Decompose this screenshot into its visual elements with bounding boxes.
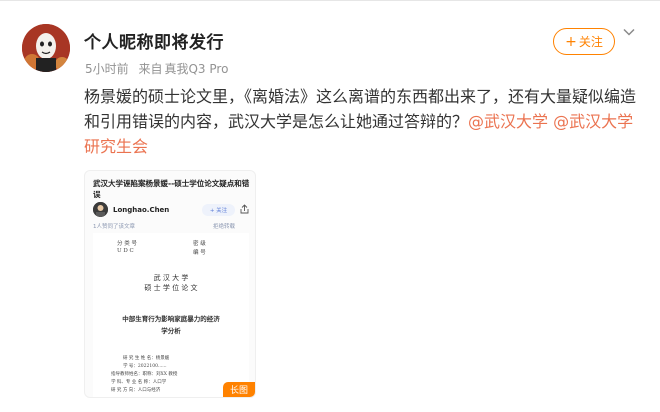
image-follow-button: + 关注 [202,204,235,216]
doc-university: 武 汉 大 学 [153,274,189,282]
mention-whu[interactable]: @武汉大学 [468,112,548,131]
user-avatar[interactable] [22,24,70,72]
plus-icon: + [565,33,577,50]
doc-field: 编 号 [193,250,206,256]
doc-thesis-title-1: 中部生育行为影响家庭暴力的经济 [122,315,220,323]
long-image-badge: 长图 [223,382,255,397]
doc-info: 学 号：2022100...... [123,364,167,369]
post-meta: 5小时前 来自 真我Q3 Pro [85,60,234,77]
top-divider [0,0,660,1]
doc-info: 学 科、专 业 名 称：人口学 [111,380,167,385]
image-document: 分 类 号 密 级 U D C 编 号 武 汉 大 学 硕 士 学 位 论 文 … [93,233,249,397]
doc-info: 研 究 方 向：人口与经济 [111,388,161,393]
doc-field: 分 类 号 [117,241,137,247]
image-reprint-notice: 拒绝转载 [213,224,236,230]
post-time[interactable]: 5小时前 [85,62,129,76]
post-text: 杨景媛的硕士论文里，《离婚法》这么离谱的东西都出来了，还有大量疑似编造和引用错误… [84,84,644,159]
doc-info: 指导教师姓名：职称：刘XX 教授 [111,372,178,377]
follow-label: 关注 [578,35,603,49]
image-author-avatar [93,202,108,217]
image-article-title: 武汉大学诬陷案杨景媛--硕士学位论文疑点和错误 [93,179,250,199]
post-image[interactable]: 武汉大学诬陷案杨景媛--硕士学位论文疑点和错误 Longhao.Chen + 关… [84,170,256,398]
doc-degree: 硕 士 学 位 论 文 [144,284,198,292]
chevron-down-icon[interactable] [622,25,636,39]
doc-field: 密 级 [193,241,206,247]
doc-thesis-title-2: 学分析 [161,327,181,335]
username[interactable]: 个人昵称即将发行 [84,28,224,53]
doc-field: U D C [117,248,134,254]
follow-button[interactable]: + 关注 [553,28,615,55]
doc-info: 研 究 生 姓 名：杨景媛 [123,356,170,361]
post-source: 真我Q3 Pro [164,62,229,76]
image-author-name: Longhao.Chen [113,206,170,214]
image-agree-count: 1人赞同了该文章 [93,224,135,230]
source-prefix: 来自 [138,62,163,76]
share-icon [240,204,249,216]
